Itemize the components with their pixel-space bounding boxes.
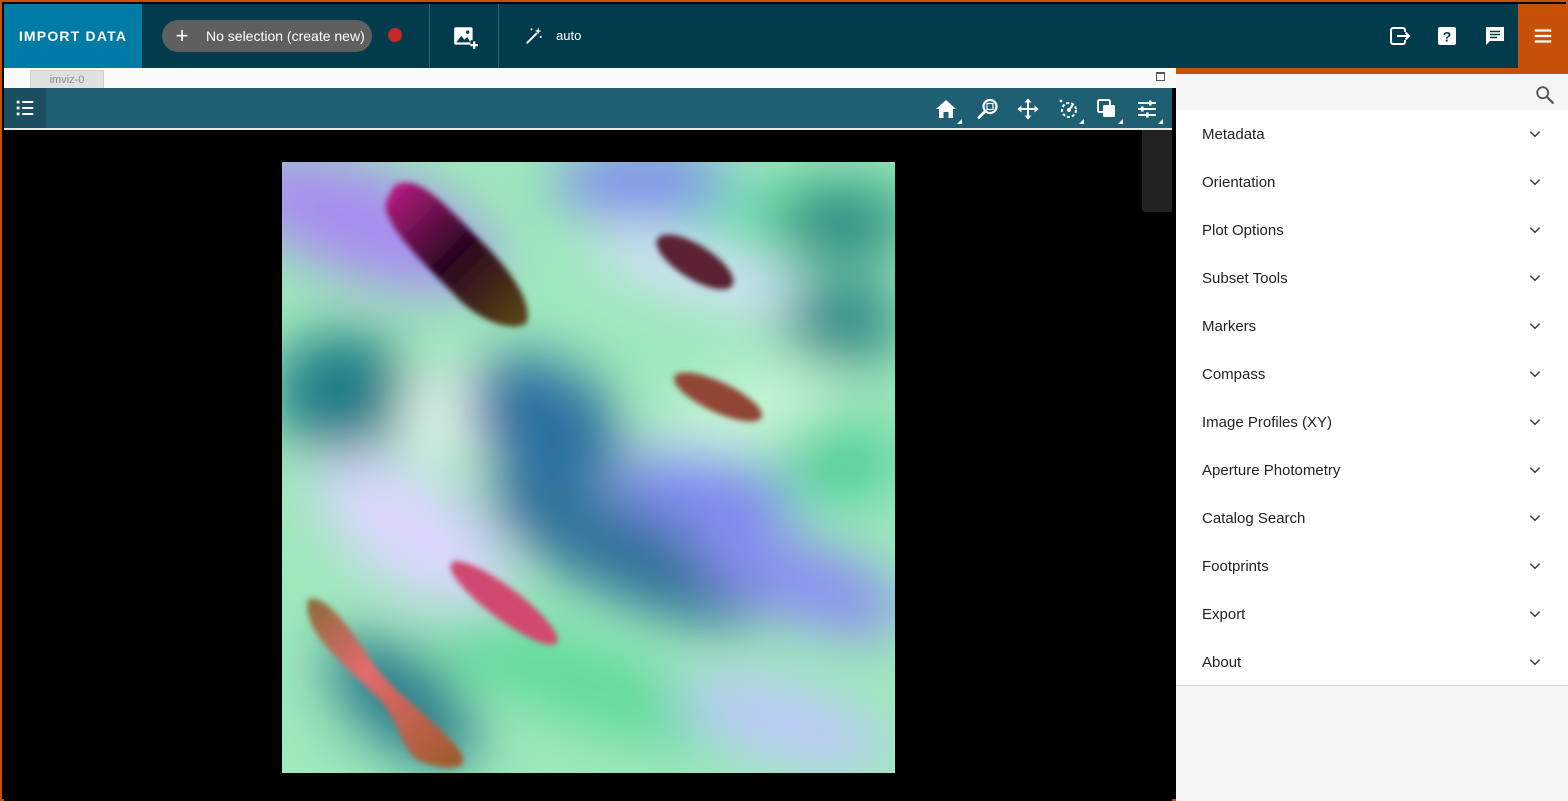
viewer-tab[interactable]: imviz-0 bbox=[30, 70, 104, 88]
plugin-item[interactable]: About bbox=[1176, 638, 1568, 686]
plugin-list: Metadata Orientation Plot Options Subset To… bbox=[1176, 110, 1568, 686]
zoom-tool[interactable] bbox=[976, 97, 1000, 121]
toolbar-divider bbox=[498, 4, 499, 68]
viewer-tab-strip: imviz-0 bbox=[4, 68, 1176, 88]
top-toolbar: IMPORT DATA + No selection (create new) … bbox=[4, 4, 1568, 68]
home-icon bbox=[936, 100, 956, 118]
plugin-item[interactable]: Subset Tools bbox=[1176, 254, 1568, 302]
plus-icon: + bbox=[175, 23, 189, 48]
plugin-item-label: About bbox=[1202, 653, 1242, 671]
plugin-item-label: Image Profiles (XY) bbox=[1202, 413, 1333, 431]
plugin-item[interactable]: Image Profiles (XY) bbox=[1176, 398, 1568, 446]
chevron-down-icon bbox=[1529, 323, 1541, 330]
tool-menu-indicator bbox=[957, 119, 962, 124]
chevron-down-icon bbox=[1529, 179, 1541, 186]
plugin-item-label: Export bbox=[1202, 605, 1246, 623]
link-mode-label[interactable]: auto bbox=[556, 28, 581, 43]
data-menu-button[interactable] bbox=[4, 88, 46, 128]
plugin-item-label: Orientation bbox=[1202, 173, 1276, 191]
toolbar-divider bbox=[429, 4, 430, 68]
chevron-down-icon bbox=[1529, 467, 1541, 474]
chevron-down-icon bbox=[1529, 659, 1541, 666]
export-icon[interactable] bbox=[1388, 24, 1412, 48]
subset-selection-chip[interactable]: + No selection (create new) bbox=[162, 20, 372, 52]
tool-menu-indicator bbox=[1118, 119, 1123, 124]
plugin-item[interactable]: Footprints bbox=[1176, 542, 1568, 590]
help-icon[interactable]: ? bbox=[1435, 24, 1459, 48]
app-frame: IMPORT DATA + No selection (create new) … bbox=[0, 0, 1568, 801]
plugin-item-label: Subset Tools bbox=[1202, 269, 1288, 287]
settings-icon bbox=[1138, 100, 1156, 118]
plugin-item-label: Plot Options bbox=[1202, 221, 1284, 239]
chevron-down-icon bbox=[1529, 131, 1541, 138]
search-icon[interactable] bbox=[1534, 84, 1556, 106]
import-data-button[interactable]: IMPORT DATA bbox=[4, 4, 142, 68]
plugin-item-label: Footprints bbox=[1202, 557, 1269, 575]
maximize-icon[interactable] bbox=[1156, 72, 1165, 81]
tool-menu-indicator bbox=[1079, 119, 1084, 124]
plugin-item-label: Metadata bbox=[1202, 125, 1265, 143]
tray-accent-bar bbox=[1176, 68, 1568, 74]
chat-icon[interactable] bbox=[1483, 24, 1507, 48]
magic-wand-icon[interactable] bbox=[524, 26, 544, 46]
tool-menu-indicator bbox=[1158, 119, 1163, 124]
astronomical-image[interactable] bbox=[282, 162, 895, 773]
chevron-down-icon bbox=[1529, 371, 1541, 378]
plugin-item[interactable]: Compass bbox=[1176, 350, 1568, 398]
plugin-item[interactable]: Orientation bbox=[1176, 158, 1568, 206]
chevron-down-icon bbox=[1529, 611, 1541, 618]
plugin-item-label: Compass bbox=[1202, 365, 1266, 383]
blink-tool[interactable] bbox=[1095, 97, 1123, 124]
chevron-down-icon bbox=[1529, 227, 1541, 234]
plugin-item[interactable]: Markers bbox=[1176, 302, 1568, 350]
pan-icon bbox=[1017, 98, 1039, 120]
blink-icon bbox=[1097, 99, 1115, 117]
plugin-item[interactable]: Plot Options bbox=[1176, 206, 1568, 254]
plugin-item[interactable]: Aperture Photometry bbox=[1176, 446, 1568, 494]
home-tool[interactable] bbox=[934, 97, 962, 124]
viewer-scrollbar[interactable] bbox=[1142, 130, 1172, 212]
hamburger-menu-icon bbox=[1534, 29, 1552, 43]
list-icon bbox=[16, 100, 34, 116]
plugin-tray: Metadata Orientation Plot Options Subset To… bbox=[1176, 68, 1568, 801]
record-indicator[interactable] bbox=[388, 28, 402, 42]
plugin-item-label: Catalog Search bbox=[1202, 509, 1306, 527]
chevron-down-icon bbox=[1529, 515, 1541, 522]
viewer-toolbar bbox=[4, 88, 1172, 130]
subset-selection-label: No selection (create new) bbox=[206, 28, 365, 44]
plugin-item[interactable]: Catalog Search bbox=[1176, 494, 1568, 542]
add-image-icon[interactable] bbox=[452, 24, 478, 50]
plugin-item-label: Aperture Photometry bbox=[1202, 461, 1341, 479]
plugin-item[interactable]: Export bbox=[1176, 590, 1568, 638]
chevron-down-icon bbox=[1529, 419, 1541, 426]
svg-text:?: ? bbox=[1443, 29, 1452, 45]
viewer-settings-tool[interactable] bbox=[1135, 97, 1163, 124]
image-viewer-canvas[interactable] bbox=[4, 130, 1172, 801]
zoom-icon bbox=[977, 98, 998, 119]
chevron-down-icon bbox=[1529, 563, 1541, 570]
stretch-tool[interactable] bbox=[1056, 97, 1084, 124]
chevron-down-icon bbox=[1529, 275, 1541, 282]
plugin-item-label: Markers bbox=[1202, 317, 1257, 335]
stretch-icon bbox=[1059, 99, 1077, 118]
pan-tool[interactable] bbox=[1016, 97, 1040, 121]
tray-toggle-button[interactable] bbox=[1518, 4, 1568, 68]
plugin-item[interactable]: Metadata bbox=[1176, 110, 1568, 158]
